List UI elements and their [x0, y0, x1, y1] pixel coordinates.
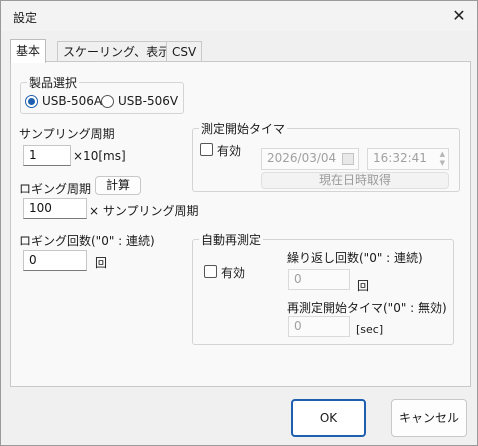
- radio-usb-506v[interactable]: [101, 95, 114, 108]
- remeasure-timer-label: 再測定開始タイマ("0" : 無効): [287, 301, 447, 315]
- measure-start-time-spinner[interactable]: 16:32:41 ▲ ▼: [367, 148, 449, 170]
- tab-basic[interactable]: 基本: [10, 39, 47, 63]
- sampling-period-unit: ×10[ms]: [73, 149, 126, 163]
- window-title: 設定: [13, 11, 38, 25]
- logging-count-label: ロギング回数("0" : 連続): [19, 234, 155, 248]
- measure-start-date-picker[interactable]: 2026/03/04: [261, 148, 359, 170]
- logging-period-unit: × サンプリング周期: [89, 204, 199, 218]
- tab-scaling-display[interactable]: スケーリング、表示: [57, 41, 177, 62]
- sampling-period-label: サンプリング周期: [19, 127, 115, 141]
- measure-start-date-value: 2026/03/04: [267, 151, 337, 165]
- ok-button[interactable]: OK: [291, 399, 366, 437]
- cancel-button[interactable]: キャンセル: [391, 399, 467, 437]
- spinner-down-icon[interactable]: ▼: [440, 159, 445, 168]
- repeat-count-label: 繰り返し回数("0" : 連続): [287, 251, 423, 265]
- repeat-count-unit: 回: [357, 279, 370, 293]
- auto-remeasure-group-label: 自動再測定: [199, 231, 264, 248]
- calendar-icon[interactable]: [342, 153, 354, 165]
- tab-csv[interactable]: CSV: [166, 41, 203, 62]
- radio-usb-506a-label: USB-506A: [42, 94, 103, 108]
- remeasure-timer-unit: [sec]: [356, 323, 384, 336]
- close-icon[interactable]: ✕: [449, 6, 469, 26]
- logging-count-input[interactable]: 0: [23, 250, 87, 271]
- measure-start-time-value: 16:32:41: [373, 151, 427, 165]
- measure-start-enable-checkbox[interactable]: [200, 143, 213, 156]
- spinner-up-icon[interactable]: ▲: [440, 150, 445, 159]
- auto-remeasure-enable-label: 有効: [221, 266, 246, 280]
- title-bar: 設定 ✕: [1, 1, 477, 31]
- auto-remeasure-enable-checkbox[interactable]: [204, 265, 217, 278]
- logging-period-input[interactable]: 100: [23, 198, 87, 219]
- product-group-label: 製品選択: [27, 74, 80, 91]
- radio-usb-506v-label: USB-506V: [118, 94, 179, 108]
- logging-count-unit: 回: [95, 256, 108, 270]
- logging-period-label: ロギング周期: [19, 182, 92, 196]
- settings-dialog: 設定 ✕ 基本 スケーリング、表示 CSV 製品選択 USB-506A USB-…: [0, 0, 478, 446]
- remeasure-timer-input[interactable]: 0: [288, 316, 350, 337]
- tab-panel-basic: 製品選択 USB-506A USB-506V サンプリング周期 1 ×10[ms…: [10, 61, 471, 387]
- radio-usb-506a[interactable]: [25, 95, 38, 108]
- repeat-count-input[interactable]: 0: [288, 269, 350, 290]
- sampling-period-input[interactable]: 1: [23, 145, 71, 166]
- measure-start-enable-label: 有効: [217, 144, 242, 158]
- calc-button[interactable]: 計算: [95, 176, 141, 195]
- get-current-datetime-button[interactable]: 現在日時取得: [261, 172, 449, 189]
- measure-start-group-label: 測定開始タイマ: [199, 120, 288, 137]
